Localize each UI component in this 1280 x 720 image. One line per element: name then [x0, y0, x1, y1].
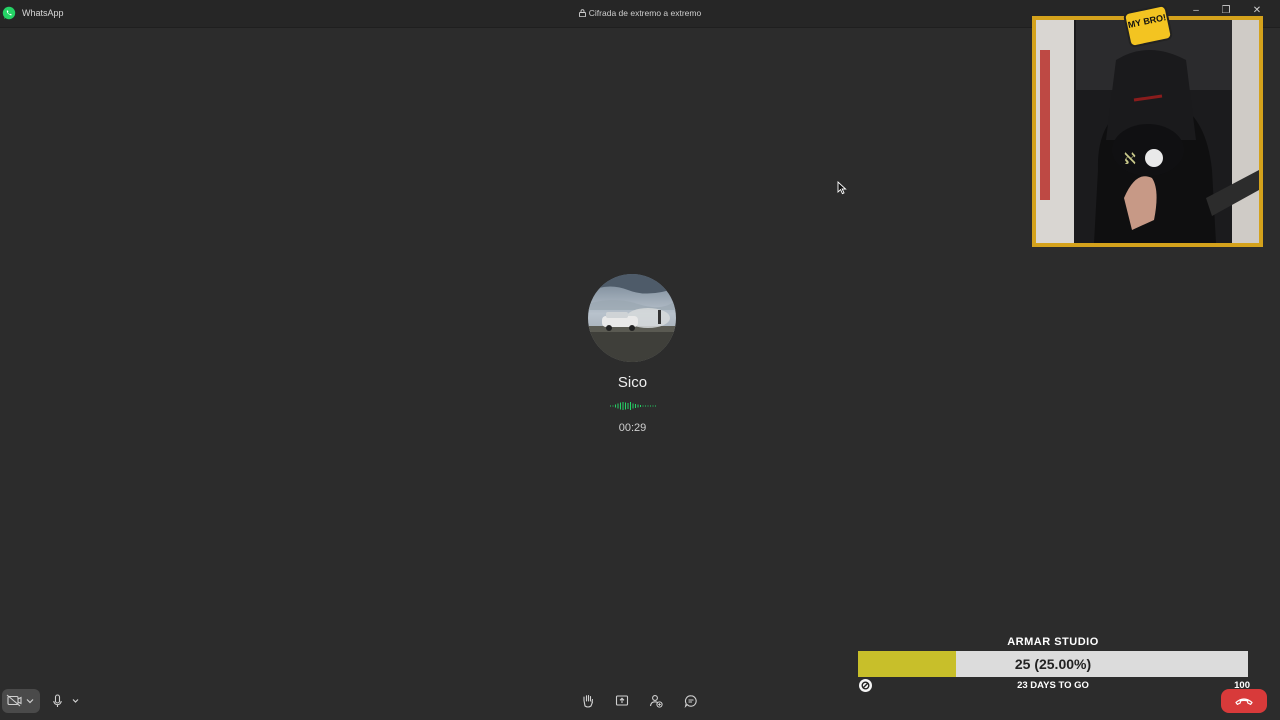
mouse-cursor-icon	[837, 181, 847, 195]
share-screen-button[interactable]	[614, 693, 630, 709]
svg-text:ℵ: ℵ	[1124, 149, 1136, 168]
contact-avatar	[588, 274, 676, 362]
lock-icon	[578, 9, 586, 17]
avatar-photo	[588, 274, 676, 362]
call-duration: 00:29	[618, 422, 647, 434]
microphone-icon	[53, 694, 79, 707]
chevron-down-icon	[72, 699, 79, 703]
chat-icon	[684, 695, 697, 708]
chat-button[interactable]	[683, 693, 699, 709]
audio-level-indicator	[610, 402, 656, 410]
end-call-icon	[1235, 698, 1253, 705]
raise-hand-icon	[583, 694, 594, 708]
raise-hand-button[interactable]	[580, 693, 596, 709]
video-off-icon	[6, 694, 34, 707]
contact-name: Sico	[617, 374, 648, 391]
goal-progress-bar: 25 (25.00%)	[858, 651, 1248, 677]
goal-current-value: 25 (25.00%)	[1014, 656, 1092, 672]
end-call-button[interactable]	[1221, 689, 1267, 713]
share-screen-icon	[615, 695, 629, 706]
add-participant-button[interactable]	[648, 693, 664, 709]
add-participant-icon	[649, 695, 663, 708]
encryption-label: Cifrada de extremo a extremo	[588, 8, 702, 18]
webcam-feed: ℵ	[1036, 20, 1259, 243]
goal-title: ARMAR STUDIO	[1007, 636, 1099, 648]
camera-toggle-button[interactable]	[2, 689, 40, 713]
webcam-overlay: ℵ	[1032, 16, 1263, 247]
whatsapp-call-window: WhatsApp Cifrada de extremo a extremo – …	[0, 0, 1280, 720]
goal-days-remaining: 23 DAYS TO GO	[1017, 680, 1089, 691]
microphone-button[interactable]	[50, 691, 84, 711]
